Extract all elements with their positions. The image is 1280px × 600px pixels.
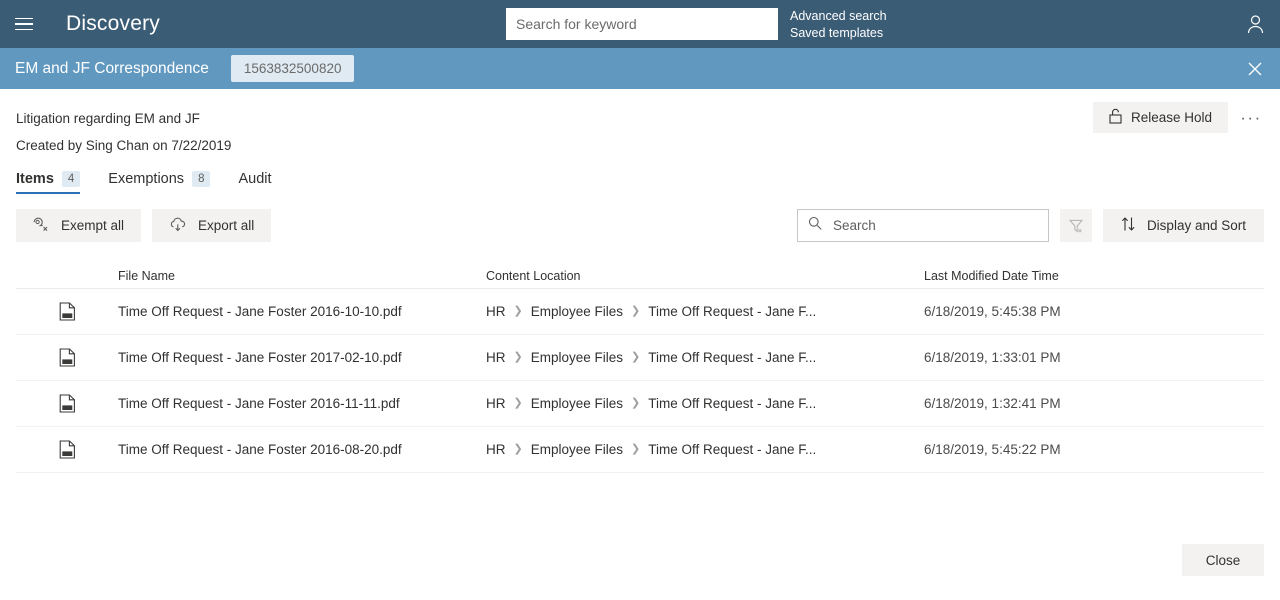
- release-hold-label: Release Hold: [1131, 110, 1212, 125]
- display-and-sort-button[interactable]: Display and Sort: [1103, 209, 1264, 242]
- items-search-input[interactable]: [831, 217, 1038, 234]
- breadcrumb-item[interactable]: Employee Files: [531, 304, 623, 319]
- column-header-content-location[interactable]: Content Location: [486, 269, 924, 283]
- breadcrumb: HR ❯ Employee Files ❯ Time Off Request -…: [486, 442, 924, 457]
- chevron-right-icon: ❯: [514, 444, 523, 455]
- dialog-footer: Close: [0, 518, 1280, 600]
- app-header: Discovery Advanced search Saved template…: [0, 0, 1280, 48]
- search-icon: [808, 216, 822, 235]
- case-created-by: Created by Sing Chan on 7/22/2019: [16, 132, 1264, 159]
- cloud-download-icon: [169, 217, 187, 235]
- chevron-right-icon: ❯: [631, 398, 640, 409]
- header-links: Advanced search Saved templates: [790, 8, 887, 41]
- close-icon[interactable]: [1242, 56, 1268, 82]
- column-header-last-modified[interactable]: Last Modified Date Time: [924, 269, 1264, 283]
- tab-exemptions[interactable]: Exemptions 8: [108, 171, 210, 194]
- pdf-file-icon: [16, 394, 118, 413]
- pdf-file-icon: [16, 348, 118, 367]
- hamburger-icon[interactable]: [0, 0, 48, 48]
- exempt-all-label: Exempt all: [61, 218, 124, 233]
- tab-items-label: Items: [16, 171, 54, 187]
- tab-audit[interactable]: Audit: [238, 171, 271, 194]
- cell-content-location: HR ❯ Employee Files ❯ Time Off Request -…: [486, 442, 924, 457]
- breadcrumb-item[interactable]: HR: [486, 350, 506, 365]
- table-row[interactable]: Time Off Request - Jane Foster 2016-11-1…: [16, 381, 1264, 427]
- chevron-right-icon: ❯: [514, 352, 523, 363]
- cell-last-modified: 6/18/2019, 5:45:38 PM: [924, 304, 1264, 319]
- command-bar-right: Display and Sort: [797, 209, 1264, 242]
- case-meta: Litigation regarding EM and JF Created b…: [0, 89, 1280, 159]
- breadcrumb-item[interactable]: Time Off Request - Jane F...: [648, 350, 816, 365]
- tag-remove-icon: [33, 217, 50, 235]
- app-title: Discovery: [66, 12, 160, 36]
- chevron-right-icon: ❯: [631, 306, 640, 317]
- display-and-sort-label: Display and Sort: [1147, 218, 1246, 233]
- case-subheader: EM and JF Correspondence 1563832500820: [0, 48, 1280, 89]
- column-header-file-name[interactable]: File Name: [118, 269, 486, 283]
- breadcrumb-item[interactable]: HR: [486, 442, 506, 457]
- breadcrumb-item[interactable]: Time Off Request - Jane F...: [648, 442, 816, 457]
- items-search-box[interactable]: [797, 209, 1049, 242]
- breadcrumb: HR ❯ Employee Files ❯ Time Off Request -…: [486, 396, 924, 411]
- keyword-search-input[interactable]: [506, 8, 778, 40]
- case-actions: Release Hold ···: [1093, 102, 1266, 133]
- cell-file-name: Time Off Request - Jane Foster 2016-11-1…: [118, 396, 486, 411]
- table-row[interactable]: Time Off Request - Jane Foster 2016-10-1…: [16, 289, 1264, 335]
- chevron-right-icon: ❯: [631, 352, 640, 363]
- tab-exemptions-badge: 8: [192, 171, 210, 187]
- hamburger-line: [15, 18, 33, 20]
- chevron-right-icon: ❯: [631, 444, 640, 455]
- tab-items[interactable]: Items 4: [16, 171, 80, 194]
- cell-file-name: Time Off Request - Jane Foster 2016-10-1…: [118, 304, 486, 319]
- saved-templates-link[interactable]: Saved templates: [790, 25, 887, 41]
- breadcrumb-item[interactable]: HR: [486, 396, 506, 411]
- chevron-right-icon: ❯: [514, 306, 523, 317]
- close-button[interactable]: Close: [1182, 544, 1264, 576]
- table-row[interactable]: Time Off Request - Jane Foster 2016-08-2…: [16, 427, 1264, 473]
- pdf-file-icon: [16, 302, 118, 321]
- case-description: Litigation regarding EM and JF: [16, 105, 1264, 132]
- pdf-file-icon: [16, 440, 118, 459]
- breadcrumb-item[interactable]: Employee Files: [531, 442, 623, 457]
- cell-file-name: Time Off Request - Jane Foster 2016-08-2…: [118, 442, 486, 457]
- chevron-right-icon: ❯: [514, 398, 523, 409]
- export-all-button[interactable]: Export all: [152, 209, 271, 242]
- cell-last-modified: 6/18/2019, 5:45:22 PM: [924, 442, 1264, 457]
- items-table: File Name Content Location Last Modified…: [16, 263, 1264, 473]
- export-all-label: Export all: [198, 218, 254, 233]
- breadcrumb: HR ❯ Employee Files ❯ Time Off Request -…: [486, 304, 924, 319]
- hamburger-line: [15, 23, 33, 25]
- table-row[interactable]: Time Off Request - Jane Foster 2017-02-1…: [16, 335, 1264, 381]
- tab-exemptions-label: Exemptions: [108, 171, 184, 187]
- breadcrumb: HR ❯ Employee Files ❯ Time Off Request -…: [486, 350, 924, 365]
- hamburger-line: [15, 29, 33, 31]
- breadcrumb-item[interactable]: Time Off Request - Jane F...: [648, 304, 816, 319]
- cell-last-modified: 6/18/2019, 1:32:41 PM: [924, 396, 1264, 411]
- unlock-icon: [1109, 108, 1122, 127]
- breadcrumb-item[interactable]: Time Off Request - Jane F...: [648, 396, 816, 411]
- tab-items-badge: 4: [62, 171, 80, 187]
- advanced-search-link[interactable]: Advanced search: [790, 8, 887, 24]
- cell-file-name: Time Off Request - Jane Foster 2017-02-1…: [118, 350, 486, 365]
- cell-content-location: HR ❯ Employee Files ❯ Time Off Request -…: [486, 304, 924, 319]
- sort-arrows-icon: [1121, 216, 1136, 235]
- breadcrumb-item[interactable]: HR: [486, 304, 506, 319]
- cell-content-location: HR ❯ Employee Files ❯ Time Off Request -…: [486, 350, 924, 365]
- cell-content-location: HR ❯ Employee Files ❯ Time Off Request -…: [486, 396, 924, 411]
- tab-bar: Items 4 Exemptions 8 Audit: [0, 171, 1280, 194]
- command-bar: Exempt all Export all: [16, 209, 1264, 242]
- breadcrumb-item[interactable]: Employee Files: [531, 350, 623, 365]
- person-icon[interactable]: [1240, 10, 1270, 38]
- ellipsis-icon[interactable]: ···: [1236, 102, 1266, 133]
- exempt-all-button[interactable]: Exempt all: [16, 209, 141, 242]
- breadcrumb-item[interactable]: Employee Files: [531, 396, 623, 411]
- case-id-badge: 1563832500820: [231, 55, 355, 82]
- cell-last-modified: 6/18/2019, 1:33:01 PM: [924, 350, 1264, 365]
- table-header-row: File Name Content Location Last Modified…: [16, 263, 1264, 289]
- tab-audit-label: Audit: [238, 171, 271, 187]
- clear-filter-icon[interactable]: [1060, 209, 1092, 242]
- release-hold-button[interactable]: Release Hold: [1093, 102, 1228, 133]
- case-name: EM and JF Correspondence: [15, 60, 209, 78]
